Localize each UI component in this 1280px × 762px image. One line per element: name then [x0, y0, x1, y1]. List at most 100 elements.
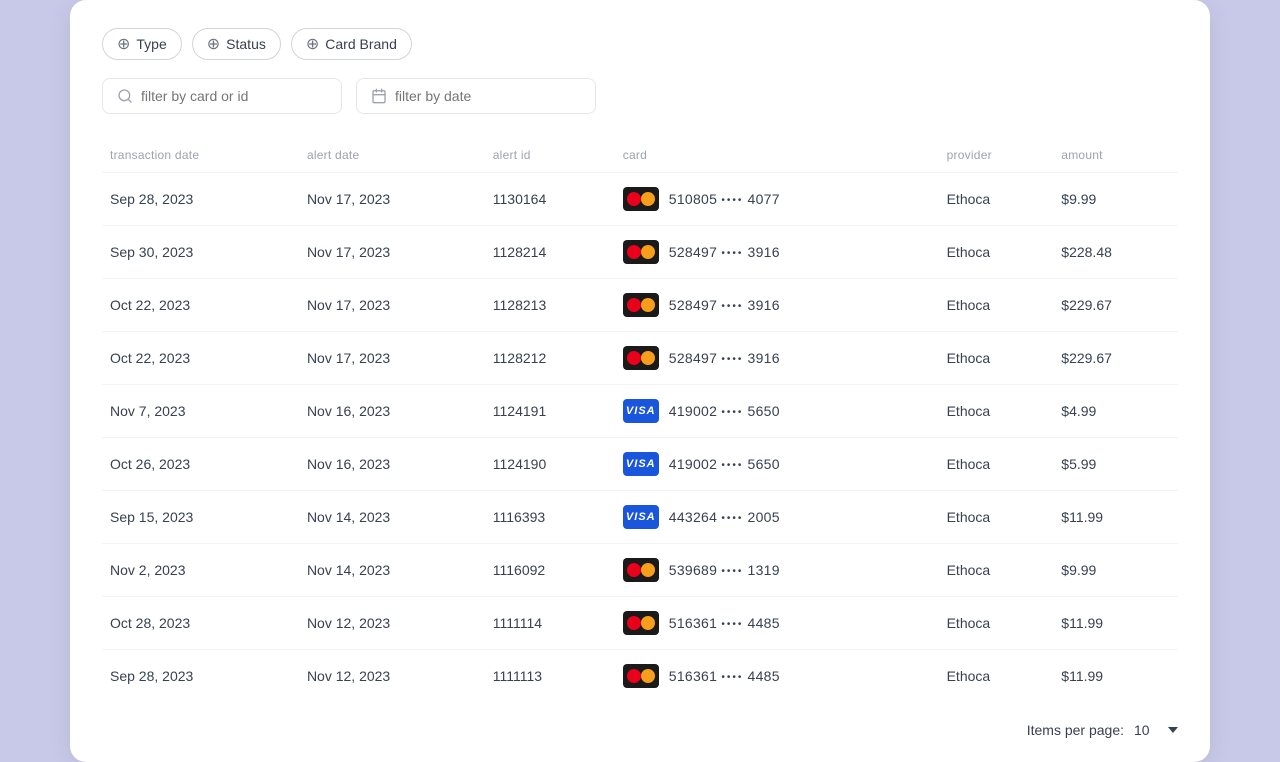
- cell-alert-date: Nov 16, 2023: [299, 385, 485, 438]
- cell-provider: Ethoca: [939, 332, 1054, 385]
- cell-alert-id: 1130164: [485, 173, 615, 226]
- plus-icon-type: ⊕: [117, 34, 130, 54]
- cell-alert-date: Nov 12, 2023: [299, 597, 485, 650]
- cell-amount: $229.67: [1053, 332, 1178, 385]
- cell-amount: $9.99: [1053, 544, 1178, 597]
- cell-provider: Ethoca: [939, 279, 1054, 332]
- cell-amount: $228.48: [1053, 226, 1178, 279]
- mastercard-logo-icon: [623, 293, 659, 317]
- col-header-alert-date: alert date: [299, 138, 485, 173]
- cell-provider: Ethoca: [939, 438, 1054, 491]
- footer-row: Items per page: 102550100: [102, 722, 1178, 738]
- cell-alert-id: 1128212: [485, 332, 615, 385]
- cell-card: 516361 •••• 4485: [615, 650, 939, 703]
- card-number: 528497 •••• 3916: [669, 244, 780, 260]
- table-row: Oct 26, 2023Nov 16, 20231124190VISA41900…: [102, 438, 1178, 491]
- filter-chip-card-brand[interactable]: ⊕ Card Brand: [291, 28, 412, 60]
- col-header-alert-id: alert id: [485, 138, 615, 173]
- chip-label-status: Status: [226, 36, 266, 52]
- cell-alert-date: Nov 17, 2023: [299, 279, 485, 332]
- cell-amount: $4.99: [1053, 385, 1178, 438]
- cell-amount: $229.67: [1053, 279, 1178, 332]
- main-card: ⊕ Type ⊕ Status ⊕ Card Brand: [70, 0, 1210, 762]
- items-per-page-select[interactable]: 102550100: [1134, 722, 1178, 738]
- table-row: Oct 22, 2023Nov 17, 20231128213528497 ••…: [102, 279, 1178, 332]
- mastercard-logo-icon: [623, 346, 659, 370]
- plus-icon-status: ⊕: [207, 34, 220, 54]
- search-row: [102, 78, 1178, 114]
- plus-icon-card-brand: ⊕: [306, 34, 319, 54]
- cell-transaction-date: Oct 28, 2023: [102, 597, 299, 650]
- cell-provider: Ethoca: [939, 173, 1054, 226]
- card-number: 516361 •••• 4485: [669, 668, 780, 684]
- cell-card: 528497 •••• 3916: [615, 279, 939, 332]
- cell-amount: $5.99: [1053, 438, 1178, 491]
- cell-transaction-date: Oct 22, 2023: [102, 332, 299, 385]
- card-number: 419002 •••• 5650: [669, 456, 780, 472]
- filter-chip-type[interactable]: ⊕ Type: [102, 28, 182, 60]
- table-header-row: transaction date alert date alert id car…: [102, 138, 1178, 173]
- cell-provider: Ethoca: [939, 544, 1054, 597]
- calendar-icon: [371, 88, 387, 104]
- cell-card: VISA443264 •••• 2005: [615, 491, 939, 544]
- mastercard-logo-icon: [623, 558, 659, 582]
- cell-amount: $9.99: [1053, 173, 1178, 226]
- card-number: 419002 •••• 5650: [669, 403, 780, 419]
- col-header-amount: amount: [1053, 138, 1178, 173]
- cell-alert-id: 1124190: [485, 438, 615, 491]
- table-row: Sep 28, 2023Nov 17, 20231130164510805 ••…: [102, 173, 1178, 226]
- visa-logo-icon: VISA: [623, 399, 659, 423]
- cell-provider: Ethoca: [939, 226, 1054, 279]
- chip-label-type: Type: [136, 36, 166, 52]
- table-row: Nov 7, 2023Nov 16, 20231124191VISA419002…: [102, 385, 1178, 438]
- cell-alert-date: Nov 17, 2023: [299, 173, 485, 226]
- cell-card: 528497 •••• 3916: [615, 226, 939, 279]
- card-number: 539689 •••• 1319: [669, 562, 780, 578]
- cell-alert-id: 1111114: [485, 597, 615, 650]
- col-header-card: card: [615, 138, 939, 173]
- table-row: Nov 2, 2023Nov 14, 20231116092 539689 •••…: [102, 544, 1178, 597]
- cell-alert-date: Nov 17, 2023: [299, 332, 485, 385]
- search-icon: [117, 88, 133, 104]
- table-row: Sep 15, 2023Nov 14, 20231116393VISA44326…: [102, 491, 1178, 544]
- transactions-table: transaction date alert date alert id car…: [102, 138, 1178, 702]
- cell-transaction-date: Sep 30, 2023: [102, 226, 299, 279]
- cell-card: 539689 •••• 1319: [615, 544, 939, 597]
- cell-alert-id: 1111113: [485, 650, 615, 703]
- cell-alert-id: 1124191: [485, 385, 615, 438]
- cell-transaction-date: Sep 15, 2023: [102, 491, 299, 544]
- chip-label-card-brand: Card Brand: [325, 36, 397, 52]
- cell-alert-date: Nov 14, 2023: [299, 544, 485, 597]
- mastercard-logo-icon: [623, 664, 659, 688]
- table-row: Sep 28, 2023Nov 12, 20231111113516361 ••…: [102, 650, 1178, 703]
- cell-provider: Ethoca: [939, 597, 1054, 650]
- cell-card: 516361 •••• 4485: [615, 597, 939, 650]
- cell-provider: Ethoca: [939, 650, 1054, 703]
- cell-provider: Ethoca: [939, 491, 1054, 544]
- cell-alert-date: Nov 16, 2023: [299, 438, 485, 491]
- mastercard-logo-icon: [623, 187, 659, 211]
- cell-alert-id: 1116092: [485, 544, 615, 597]
- card-number: 516361 •••• 4485: [669, 615, 780, 631]
- cell-alert-date: Nov 14, 2023: [299, 491, 485, 544]
- filter-chips-row: ⊕ Type ⊕ Status ⊕ Card Brand: [102, 28, 1178, 60]
- cell-transaction-date: Nov 2, 2023: [102, 544, 299, 597]
- cell-amount: $11.99: [1053, 491, 1178, 544]
- cell-card: 510805 •••• 4077: [615, 173, 939, 226]
- cell-provider: Ethoca: [939, 385, 1054, 438]
- cell-amount: $11.99: [1053, 650, 1178, 703]
- cell-alert-date: Nov 17, 2023: [299, 226, 485, 279]
- cell-alert-date: Nov 12, 2023: [299, 650, 485, 703]
- items-per-page-wrapper: 102550100: [1134, 722, 1178, 738]
- mastercard-logo-icon: [623, 611, 659, 635]
- date-search-input[interactable]: [395, 88, 581, 104]
- col-header-provider: provider: [939, 138, 1054, 173]
- cell-alert-id: 1128214: [485, 226, 615, 279]
- cell-transaction-date: Sep 28, 2023: [102, 173, 299, 226]
- card-search-input[interactable]: [141, 88, 327, 104]
- cell-card: VISA419002 •••• 5650: [615, 438, 939, 491]
- card-number: 443264 •••• 2005: [669, 509, 780, 525]
- filter-chip-status[interactable]: ⊕ Status: [192, 28, 281, 60]
- items-per-page-label: Items per page:: [1027, 722, 1124, 738]
- cell-alert-id: 1116393: [485, 491, 615, 544]
